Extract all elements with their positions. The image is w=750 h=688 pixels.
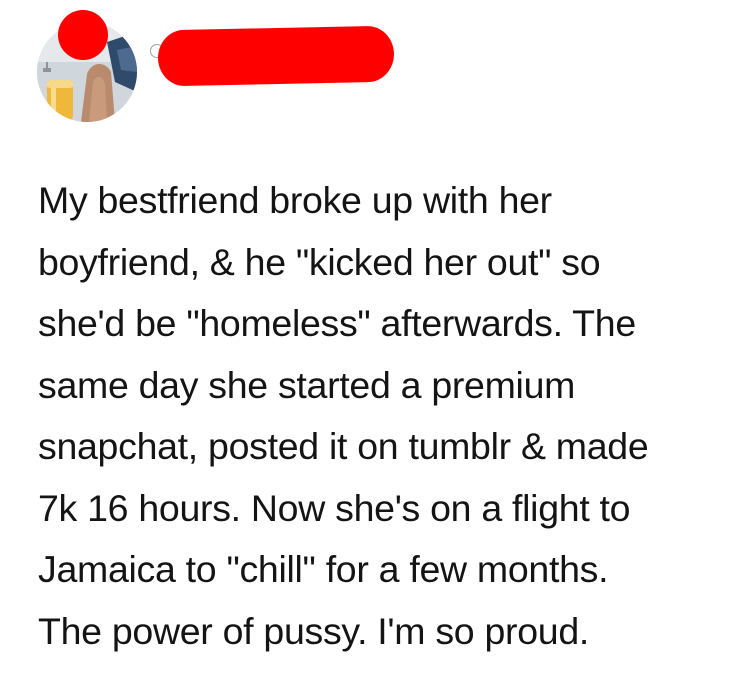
post-text-line: boyfriend, & he "kicked her out" so bbox=[38, 240, 601, 283]
post-text-line: My bestfriend broke up with her bbox=[38, 179, 552, 221]
post-card: My bestfriend broke up with her boyfrien… bbox=[0, 0, 750, 688]
post-header bbox=[0, 0, 750, 140]
post-text: My bestfriend broke up with her boyfrien… bbox=[38, 170, 728, 662]
post-text-line: snapchat, posted it on tumblr & made bbox=[38, 425, 649, 467]
post-text-line: 7k 16 hours. Now she's on a flight to bbox=[38, 486, 631, 529]
username-redaction-mark bbox=[157, 25, 395, 87]
post-text-line: Jamaica to "chill" for a few months. bbox=[38, 548, 609, 590]
post-text-line: same day she started a premium bbox=[38, 363, 576, 406]
post-text-line: The power of pussy. I'm so proud. bbox=[38, 609, 589, 652]
post-text-line: she'd be "homeless" afterwards. The bbox=[38, 302, 636, 344]
avatar-redaction-mark bbox=[58, 10, 108, 60]
